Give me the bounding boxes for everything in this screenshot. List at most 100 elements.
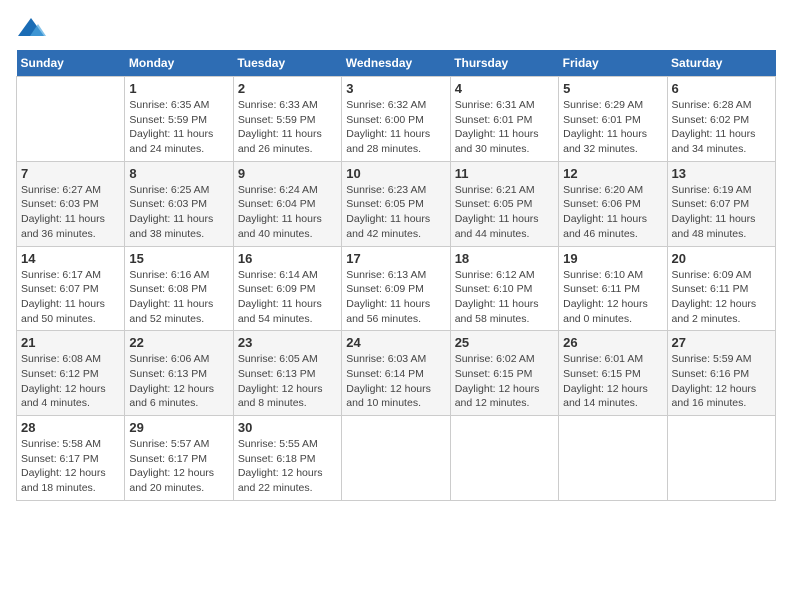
calendar-cell: 26 Sunrise: 6:01 AM Sunset: 6:15 PM Dayli… [559,331,667,416]
cell-content: Sunrise: 5:55 AM Sunset: 6:18 PM Dayligh… [238,437,337,496]
calendar-week-row: 28 Sunrise: 5:58 AM Sunset: 6:17 PM Dayli… [17,416,776,501]
calendar-cell: 1 Sunrise: 6:35 AM Sunset: 5:59 PM Daylig… [125,77,233,162]
calendar-cell [17,77,125,162]
calendar-cell: 25 Sunrise: 6:02 AM Sunset: 6:15 PM Dayli… [450,331,558,416]
calendar-table: SundayMondayTuesdayWednesdayThursdayFrid… [16,50,776,501]
calendar-cell: 28 Sunrise: 5:58 AM Sunset: 6:17 PM Dayli… [17,416,125,501]
column-header-sunday: Sunday [17,50,125,77]
cell-content: Sunrise: 6:35 AM Sunset: 5:59 PM Dayligh… [129,98,228,157]
calendar-cell: 13 Sunrise: 6:19 AM Sunset: 6:07 PM Dayli… [667,161,775,246]
cell-content: Sunrise: 6:10 AM Sunset: 6:11 PM Dayligh… [563,268,662,327]
day-number: 4 [455,81,554,96]
calendar-header-row: SundayMondayTuesdayWednesdayThursdayFrid… [17,50,776,77]
calendar-cell: 5 Sunrise: 6:29 AM Sunset: 6:01 PM Daylig… [559,77,667,162]
cell-content: Sunrise: 6:27 AM Sunset: 6:03 PM Dayligh… [21,183,120,242]
calendar-cell: 15 Sunrise: 6:16 AM Sunset: 6:08 PM Dayli… [125,246,233,331]
day-number: 15 [129,251,228,266]
cell-content: Sunrise: 6:08 AM Sunset: 6:12 PM Dayligh… [21,352,120,411]
calendar-cell: 21 Sunrise: 6:08 AM Sunset: 6:12 PM Dayli… [17,331,125,416]
day-number: 16 [238,251,337,266]
calendar-cell: 10Sunrise: 6:23 AM Sunset: 6:05 PM Dayli… [342,161,450,246]
day-number: 24 [346,335,445,350]
day-number: 7 [21,166,120,181]
day-number: 3 [346,81,445,96]
cell-content: Sunrise: 6:32 AM Sunset: 6:00 PM Dayligh… [346,98,445,157]
cell-content: Sunrise: 6:33 AM Sunset: 5:59 PM Dayligh… [238,98,337,157]
day-number: 27 [672,335,771,350]
cell-content: Sunrise: 5:58 AM Sunset: 6:17 PM Dayligh… [21,437,120,496]
column-header-wednesday: Wednesday [342,50,450,77]
day-number: 28 [21,420,120,435]
calendar-cell: 29Sunrise: 5:57 AM Sunset: 6:17 PM Dayli… [125,416,233,501]
cell-content: Sunrise: 6:02 AM Sunset: 6:15 PM Dayligh… [455,352,554,411]
day-number: 23 [238,335,337,350]
day-number: 12 [563,166,662,181]
cell-content: Sunrise: 6:16 AM Sunset: 6:08 PM Dayligh… [129,268,228,327]
calendar-cell: 24 Sunrise: 6:03 AM Sunset: 6:14 PM Dayli… [342,331,450,416]
calendar-cell: 7 Sunrise: 6:27 AM Sunset: 6:03 PM Daylig… [17,161,125,246]
calendar-cell: 22 Sunrise: 6:06 AM Sunset: 6:13 PM Dayli… [125,331,233,416]
column-header-friday: Friday [559,50,667,77]
calendar-cell: 11 Sunrise: 6:21 AM Sunset: 6:05 PM Dayli… [450,161,558,246]
calendar-cell: 20 Sunrise: 6:09 AM Sunset: 6:11 PM Dayli… [667,246,775,331]
cell-content: Sunrise: 6:21 AM Sunset: 6:05 PM Dayligh… [455,183,554,242]
day-number: 17 [346,251,445,266]
day-number: 25 [455,335,554,350]
day-number: 8 [129,166,228,181]
calendar-week-row: 7 Sunrise: 6:27 AM Sunset: 6:03 PM Daylig… [17,161,776,246]
cell-content: Sunrise: 5:59 AM Sunset: 6:16 PM Dayligh… [672,352,771,411]
day-number: 19 [563,251,662,266]
cell-content: Sunrise: 6:06 AM Sunset: 6:13 PM Dayligh… [129,352,228,411]
cell-content: Sunrise: 6:09 AM Sunset: 6:11 PM Dayligh… [672,268,771,327]
calendar-cell: 14 Sunrise: 6:17 AM Sunset: 6:07 PM Dayli… [17,246,125,331]
day-number: 21 [21,335,120,350]
calendar-cell [342,416,450,501]
cell-content: Sunrise: 6:17 AM Sunset: 6:07 PM Dayligh… [21,268,120,327]
calendar-week-row: 14 Sunrise: 6:17 AM Sunset: 6:07 PM Dayli… [17,246,776,331]
day-number: 13 [672,166,771,181]
calendar-cell: 23Sunrise: 6:05 AM Sunset: 6:13 PM Dayli… [233,331,341,416]
cell-content: Sunrise: 6:28 AM Sunset: 6:02 PM Dayligh… [672,98,771,157]
calendar-cell [559,416,667,501]
column-header-tuesday: Tuesday [233,50,341,77]
day-number: 11 [455,166,554,181]
day-number: 2 [238,81,337,96]
calendar-cell: 2 Sunrise: 6:33 AM Sunset: 5:59 PM Daylig… [233,77,341,162]
cell-content: Sunrise: 6:29 AM Sunset: 6:01 PM Dayligh… [563,98,662,157]
day-number: 18 [455,251,554,266]
day-number: 5 [563,81,662,96]
calendar-cell: 17 Sunrise: 6:13 AM Sunset: 6:09 PM Dayli… [342,246,450,331]
column-header-thursday: Thursday [450,50,558,77]
day-number: 22 [129,335,228,350]
cell-content: Sunrise: 6:01 AM Sunset: 6:15 PM Dayligh… [563,352,662,411]
day-number: 10 [346,166,445,181]
day-number: 30 [238,420,337,435]
day-number: 29 [129,420,228,435]
calendar-cell: 8Sunrise: 6:25 AM Sunset: 6:03 PM Daylig… [125,161,233,246]
calendar-cell: 4 Sunrise: 6:31 AM Sunset: 6:01 PM Daylig… [450,77,558,162]
day-number: 26 [563,335,662,350]
cell-content: Sunrise: 6:14 AM Sunset: 6:09 PM Dayligh… [238,268,337,327]
day-number: 20 [672,251,771,266]
calendar-cell: 16 Sunrise: 6:14 AM Sunset: 6:09 PM Dayli… [233,246,341,331]
calendar-cell [450,416,558,501]
day-number: 1 [129,81,228,96]
calendar-week-row: 1 Sunrise: 6:35 AM Sunset: 5:59 PM Daylig… [17,77,776,162]
day-number: 9 [238,166,337,181]
calendar-cell: 9 Sunrise: 6:24 AM Sunset: 6:04 PM Daylig… [233,161,341,246]
cell-content: Sunrise: 6:24 AM Sunset: 6:04 PM Dayligh… [238,183,337,242]
cell-content: Sunrise: 6:20 AM Sunset: 6:06 PM Dayligh… [563,183,662,242]
logo [16,16,50,40]
page-header [16,16,776,40]
calendar-cell: 6Sunrise: 6:28 AM Sunset: 6:02 PM Daylig… [667,77,775,162]
cell-content: Sunrise: 6:13 AM Sunset: 6:09 PM Dayligh… [346,268,445,327]
cell-content: Sunrise: 6:12 AM Sunset: 6:10 PM Dayligh… [455,268,554,327]
cell-content: Sunrise: 6:31 AM Sunset: 6:01 PM Dayligh… [455,98,554,157]
day-number: 14 [21,251,120,266]
cell-content: Sunrise: 6:19 AM Sunset: 6:07 PM Dayligh… [672,183,771,242]
cell-content: Sunrise: 6:03 AM Sunset: 6:14 PM Dayligh… [346,352,445,411]
calendar-cell: 30 Sunrise: 5:55 AM Sunset: 6:18 PM Dayli… [233,416,341,501]
calendar-week-row: 21 Sunrise: 6:08 AM Sunset: 6:12 PM Dayli… [17,331,776,416]
calendar-cell [667,416,775,501]
column-header-saturday: Saturday [667,50,775,77]
